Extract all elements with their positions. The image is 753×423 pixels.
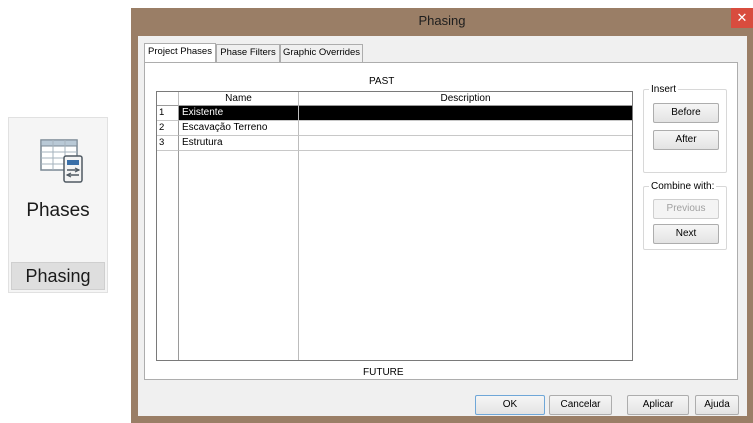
ribbon-panel-title: Phasing (11, 262, 105, 290)
phases-table-icon (40, 139, 83, 183)
phase-description-cell[interactable] (299, 136, 632, 151)
combine-next-button[interactable]: Next (653, 224, 719, 244)
insert-before-button[interactable]: Before (653, 103, 719, 123)
phases-button-label: Phases (26, 200, 90, 221)
dialog-titlebar[interactable]: Phasing ✕ (131, 8, 753, 34)
ribbon-panel-phasing: Phases Phasing (8, 117, 108, 293)
insert-group: Insert Before After (643, 84, 727, 173)
apply-button[interactable]: Aplicar (627, 395, 689, 415)
insert-group-title: Insert (649, 84, 679, 95)
ok-button[interactable]: OK (475, 395, 545, 415)
row-number-header (157, 92, 179, 106)
row-number[interactable]: 1 (157, 106, 179, 121)
table-row[interactable]: 1 Existente (157, 106, 632, 121)
phases-table: Name Description 1 Existente 2 Escavação… (156, 91, 633, 361)
phase-name-cell[interactable]: Estrutura (179, 136, 299, 151)
dialog-title: Phasing (418, 13, 466, 28)
project-phases-panel: PAST Name Description 1 Existente 2 Esca… (144, 62, 738, 380)
cancel-button[interactable]: Cancelar (549, 395, 612, 415)
phase-description-cell[interactable] (299, 121, 632, 136)
row-number[interactable]: 3 (157, 136, 179, 151)
dialog-client-area: Project Phases Phase Filters Graphic Ove… (138, 36, 747, 416)
tab-phase-filters[interactable]: Phase Filters (216, 44, 280, 62)
close-button[interactable]: ✕ (731, 8, 753, 28)
tab-project-phases[interactable]: Project Phases (144, 43, 216, 63)
help-button[interactable]: Ajuda (695, 395, 739, 415)
phasing-dialog: Phasing ✕ Project Phases Phase Filters G… (131, 8, 753, 423)
phases-ribbon-button[interactable]: Phases (9, 118, 107, 260)
table-row[interactable]: 3 Estrutura (157, 136, 632, 151)
past-label: PAST (369, 76, 395, 87)
table-row[interactable]: 2 Escavação Terreno (157, 121, 632, 136)
phase-description-cell[interactable] (299, 106, 632, 121)
phase-name-cell[interactable]: Existente (179, 106, 299, 121)
phase-name-cell[interactable]: Escavação Terreno (179, 121, 299, 136)
combine-previous-button[interactable]: Previous (653, 199, 719, 219)
insert-after-button[interactable]: After (653, 130, 719, 150)
description-column-header[interactable]: Description (299, 92, 632, 106)
combine-with-title: Combine with: (649, 181, 717, 192)
name-column-header[interactable]: Name (179, 92, 299, 106)
row-number[interactable]: 2 (157, 121, 179, 136)
future-label: FUTURE (363, 367, 404, 378)
close-icon: ✕ (736, 10, 748, 25)
tab-graphic-overrides[interactable]: Graphic Overrides (280, 44, 363, 62)
combine-with-group: Combine with: Previous Next (643, 181, 727, 250)
